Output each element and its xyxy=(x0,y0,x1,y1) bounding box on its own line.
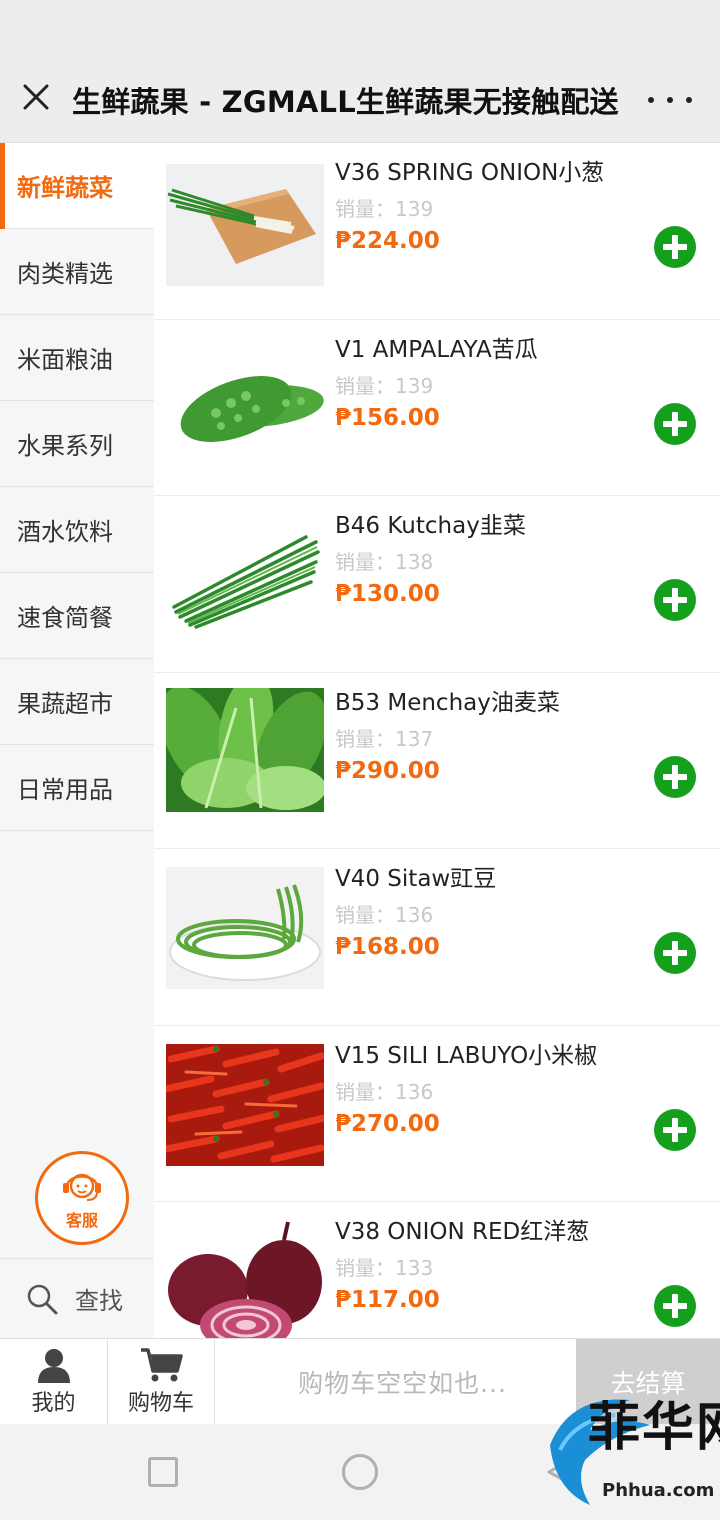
category-item-fast-food[interactable]: 速食简餐 xyxy=(0,573,154,659)
product-image-menchay xyxy=(166,687,324,812)
product-image-onion-red xyxy=(166,1220,324,1338)
product-item[interactable]: V15 SILI LABUYO小米椒 销量：136 ₱270.00 xyxy=(154,1026,720,1202)
product-sales: 销量：136 xyxy=(335,1079,434,1104)
recent-apps-icon[interactable] xyxy=(148,1457,178,1487)
product-name: V40 Sitaw豇豆 xyxy=(335,866,497,892)
product-item[interactable]: V38 ONION RED红洋葱 销量：133 ₱117.00 xyxy=(154,1202,720,1338)
tab-cart-label: 购物车 xyxy=(127,1391,194,1416)
product-item[interactable]: B46 Kutchay韭菜 销量：138 ₱130.00 xyxy=(154,496,720,673)
category-label: 水果系列 xyxy=(17,432,113,460)
category-label: 米面粮油 xyxy=(17,346,113,374)
category-label: 速食简餐 xyxy=(17,604,113,632)
product-image-kutchay xyxy=(166,517,324,639)
product-name: B46 Kutchay韭菜 xyxy=(335,513,526,539)
tab-mine-label: 我的 xyxy=(31,1391,76,1416)
add-to-cart-button[interactable] xyxy=(654,755,696,798)
product-name: V38 ONION RED红洋葱 xyxy=(335,1219,590,1245)
product-image-ampalaya xyxy=(166,340,324,463)
category-item-drinks[interactable]: 酒水饮料 xyxy=(0,487,154,573)
category-item-daily-goods[interactable]: 日常用品 xyxy=(0,745,154,831)
product-list: V36 SPRING ONION小葱 销量：139 ₱224.00 V1 AMP… xyxy=(154,143,720,1338)
close-icon xyxy=(23,84,49,110)
home-icon[interactable] xyxy=(342,1454,378,1490)
category-label: 新鲜蔬菜 xyxy=(17,174,113,202)
product-price: ₱130.00 xyxy=(335,581,440,607)
page-title: 生鲜蔬果 - ZGMALL生鲜蔬果无接触配送 xyxy=(72,85,619,119)
cart-empty-text: 购物车空空如也... xyxy=(298,1369,507,1398)
search-label: 查找 xyxy=(75,1287,123,1315)
more-options-button[interactable] xyxy=(648,83,692,117)
watermark-url: Phhua.com xyxy=(602,1480,715,1501)
status-bar xyxy=(0,0,720,55)
product-sales: 销量：133 xyxy=(335,1256,434,1280)
product-sales: 销量：139 xyxy=(335,197,434,221)
category-label: 日常用品 xyxy=(17,776,113,804)
category-item-fresh-vegetables[interactable]: 新鲜蔬菜 xyxy=(0,143,154,229)
headset-agent-icon xyxy=(63,1173,101,1201)
add-to-cart-button[interactable] xyxy=(654,932,696,974)
product-item[interactable]: V1 AMPALAYA苦瓜 销量：139 ₱156.00 xyxy=(154,320,720,496)
add-to-cart-button[interactable] xyxy=(654,579,696,621)
product-item[interactable]: V36 SPRING ONION小葱 销量：139 ₱224.00 xyxy=(154,143,720,320)
product-item[interactable]: B53 Menchay油麦菜 销量：137 ₱290.00 xyxy=(154,673,720,849)
product-price: ₱224.00 xyxy=(335,228,440,254)
tab-mine[interactable]: 我的 xyxy=(0,1339,108,1425)
product-name: V36 SPRING ONION小葱 xyxy=(335,160,605,186)
product-name: B53 Menchay油麦菜 xyxy=(335,689,560,716)
product-price: ₱117.00 xyxy=(335,1287,440,1313)
product-item[interactable]: V40 Sitaw豇豆 销量：136 ₱168.00 xyxy=(154,849,720,1026)
product-price: ₱168.00 xyxy=(335,934,440,960)
product-price: ₱270.00 xyxy=(335,1110,440,1137)
customer-service-label: 客服 xyxy=(65,1211,98,1230)
dot-icon xyxy=(648,97,654,103)
close-button[interactable] xyxy=(16,77,56,117)
product-sales: 销量：137 xyxy=(335,726,434,751)
category-item-fruit[interactable]: 水果系列 xyxy=(0,401,154,487)
user-icon xyxy=(37,1349,70,1383)
category-item-grain-oil[interactable]: 米面粮油 xyxy=(0,315,154,401)
add-to-cart-button[interactable] xyxy=(654,226,696,268)
watermark: 菲华网 Phhua.com xyxy=(530,1385,720,1515)
category-label: 酒水饮料 xyxy=(17,518,113,546)
product-image-sili-labuyo xyxy=(166,1043,324,1166)
search-icon xyxy=(27,1284,58,1314)
product-image-sitaw xyxy=(166,867,324,989)
add-to-cart-button[interactable] xyxy=(654,402,696,445)
category-item-meat[interactable]: 肉类精选 xyxy=(0,229,154,315)
customer-service-button[interactable]: 客服 xyxy=(35,1151,129,1245)
dot-icon xyxy=(686,97,692,103)
product-image-spring-onion xyxy=(166,164,324,286)
category-label: 果蔬超市 xyxy=(17,690,113,718)
add-to-cart-button[interactable] xyxy=(654,1108,696,1151)
product-price: ₱156.00 xyxy=(335,404,440,431)
product-sales: 销量：138 xyxy=(335,550,434,574)
add-to-cart-button[interactable] xyxy=(654,1285,696,1327)
category-label: 肉类精选 xyxy=(17,260,113,288)
watermark-text: 菲华网 xyxy=(588,1397,720,1458)
search-button[interactable]: 查找 xyxy=(0,1258,154,1338)
category-item-supermarket[interactable]: 果蔬超市 xyxy=(0,659,154,745)
product-sales: 销量：136 xyxy=(335,903,434,927)
title-bar: 生鲜蔬果 - ZGMALL生鲜蔬果无接触配送 xyxy=(0,55,720,143)
product-name: V15 SILI LABUYO小米椒 xyxy=(335,1042,598,1069)
tab-cart[interactable]: 购物车 xyxy=(108,1339,215,1425)
product-name: V1 AMPALAYA苦瓜 xyxy=(335,336,538,363)
product-price: ₱290.00 xyxy=(335,757,440,784)
cart-icon xyxy=(141,1348,183,1382)
product-sales: 销量：139 xyxy=(335,373,434,398)
category-sidebar: 新鲜蔬菜 肉类精选 米面粮油 水果系列 酒水饮料 速食简餐 果蔬超市 日常用品 … xyxy=(0,143,154,1338)
dot-icon xyxy=(667,97,673,103)
